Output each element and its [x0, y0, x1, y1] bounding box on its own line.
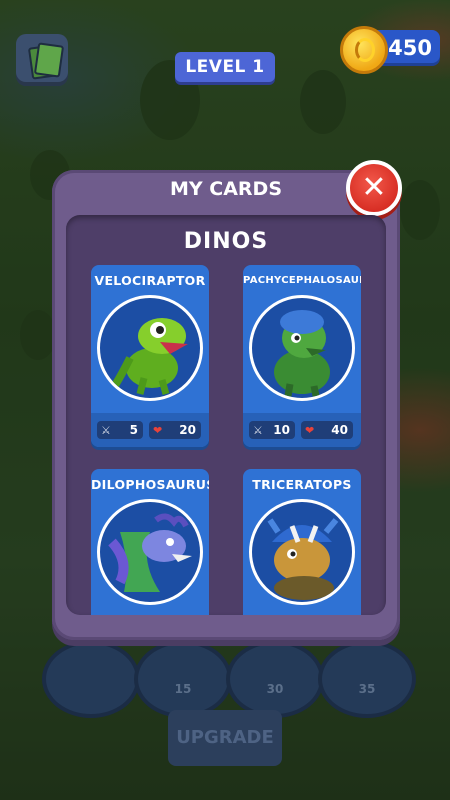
- cards-icon: [33, 42, 65, 78]
- shop-slot[interactable]: [42, 640, 140, 718]
- upgrade-button[interactable]: UPGRADE: [168, 710, 282, 766]
- cards-scroll-area[interactable]: DINOS VELOCIRAPTOR ⚔ 5 ❤ 20 PACHYCEPHALO…: [66, 215, 386, 615]
- velociraptor-portrait: [97, 295, 203, 401]
- sword-icon: ⚔: [253, 424, 263, 437]
- pachycephalosaurus-image: [274, 310, 330, 397]
- card-name: TRICERATOPS: [252, 477, 352, 492]
- sword-icon: ⚔: [101, 424, 111, 437]
- health-stat: ❤ 40: [301, 421, 353, 439]
- health-value: 20: [179, 423, 196, 437]
- velociraptor-image: [108, 318, 188, 395]
- dino-card-pachycephalosaurus[interactable]: PACHYCEPHALOSAURUS ⚔ 10 ❤ 40: [243, 265, 361, 447]
- shop-slot[interactable]: 35: [318, 640, 416, 718]
- cards-button[interactable]: [16, 34, 68, 86]
- card-name: PACHYCEPHALOSAURUS: [243, 275, 361, 286]
- shop-slot[interactable]: 15: [134, 640, 232, 718]
- heart-icon: ❤: [305, 424, 315, 437]
- dino-card-dilophosaurus[interactable]: DILOPHOSAURUS: [91, 469, 209, 615]
- slot-cost: 35: [358, 682, 376, 696]
- card-name: VELOCIRAPTOR: [94, 273, 206, 288]
- coin-icon: [340, 26, 388, 74]
- level-indicator: LEVEL 1: [175, 52, 275, 82]
- close-button[interactable]: ✕: [346, 160, 402, 216]
- heart-icon: ❤: [153, 424, 163, 437]
- attack-value: 10: [273, 423, 290, 437]
- close-icon: ✕: [361, 170, 387, 205]
- dilophosaurus-image: [108, 513, 192, 592]
- health-value: 40: [331, 423, 348, 437]
- slot-cost: 15: [174, 682, 192, 696]
- card-stats: ⚔ 10 ❤ 40: [243, 413, 361, 447]
- card-name: DILOPHOSAURUS: [91, 477, 209, 492]
- slot-cost: 30: [266, 682, 284, 696]
- attack-stat: ⚔ 5: [97, 421, 143, 439]
- triceratops-image: [267, 518, 339, 600]
- attack-value: 5: [129, 423, 138, 437]
- triceratops-portrait: [249, 499, 355, 605]
- shop-slot[interactable]: 30: [226, 640, 324, 718]
- dino-card-velociraptor[interactable]: VELOCIRAPTOR ⚔ 5 ❤ 20: [91, 265, 209, 447]
- health-stat: ❤ 20: [149, 421, 201, 439]
- coin-counter: 450: [340, 26, 440, 74]
- pachycephalosaurus-portrait: [249, 295, 355, 401]
- dino-card-triceratops[interactable]: TRICERATOPS: [243, 469, 361, 615]
- coin-amount: 450: [388, 36, 432, 60]
- card-stats: ⚔ 5 ❤ 20: [91, 413, 209, 447]
- section-title: DINOS: [183, 229, 269, 254]
- attack-stat: ⚔ 10: [249, 421, 295, 439]
- dilophosaurus-portrait: [97, 499, 203, 605]
